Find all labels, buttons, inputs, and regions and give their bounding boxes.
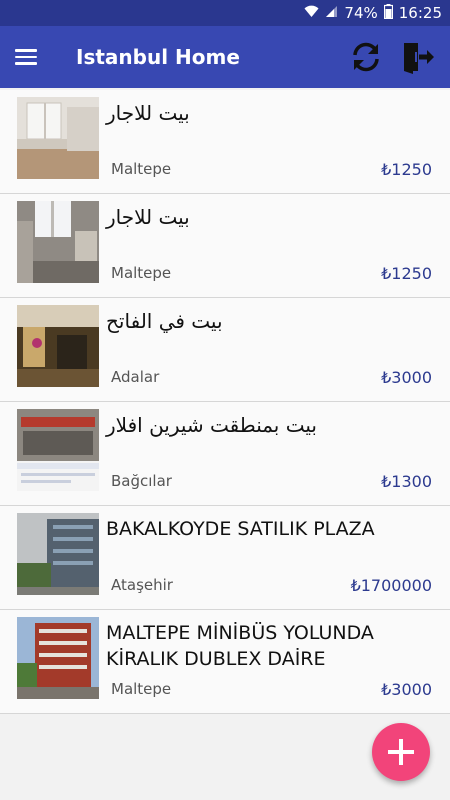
listing-card[interactable]: MALTEPE MİNİBÜS YOLUNDA KİRALIK DUBLEX D… — [0, 610, 450, 714]
signal-icon — [325, 5, 338, 22]
listing-price: ₺1250 — [381, 264, 432, 283]
listing-photo — [17, 97, 99, 179]
listing-title: بيت للاجار — [106, 205, 190, 229]
clock: 16:25 — [398, 4, 442, 22]
listing-photo — [17, 201, 99, 283]
listing-title: MALTEPE MİNİBÜS YOLUNDA KİRALIK DUBLEX D… — [106, 622, 374, 670]
app-bar: Istanbul Home — [0, 26, 450, 88]
wifi-icon — [304, 5, 319, 22]
listing-card[interactable]: بيت للاجار Maltepe ₺1250 — [0, 90, 450, 194]
listing-title: بيت بمنطقت شيرين افلار — [106, 413, 317, 437]
refresh-icon — [353, 42, 379, 72]
listing-title: BAKALKOYDE SATILIK PLAZA — [106, 518, 375, 540]
status-bar: 74% 16:25 — [0, 0, 450, 26]
battery-icon — [383, 3, 393, 23]
listing-photo — [17, 409, 99, 491]
listing-list[interactable]: بيت للاجار Maltepe ₺1250 بيت للاجار Malt… — [0, 90, 450, 714]
refresh-button[interactable] — [340, 26, 392, 88]
listing-card[interactable]: بيت بمنطقت شيرين افلار Bağcılar ₺1300 — [0, 402, 450, 506]
add-listing-button[interactable] — [372, 723, 430, 781]
menu-icon — [15, 49, 37, 65]
listing-location: Maltepe — [111, 680, 172, 698]
listing-price: ₺1700000 — [350, 576, 432, 595]
listing-price: ₺3000 — [381, 368, 432, 387]
listing-price: ₺1300 — [381, 472, 432, 491]
app-title: Istanbul Home — [76, 45, 240, 69]
menu-button[interactable] — [0, 26, 54, 88]
plus-icon — [388, 739, 414, 765]
listing-card[interactable]: بيت للاجار Maltepe ₺1250 — [0, 194, 450, 298]
listing-location: Bağcılar — [111, 472, 172, 490]
listing-card[interactable]: بيت في الفاتح Adalar ₺3000 — [0, 298, 450, 402]
listing-location: Adalar — [111, 368, 160, 386]
logout-icon — [404, 43, 434, 74]
listing-location: Maltepe — [111, 264, 172, 282]
battery-percent: 74% — [344, 4, 378, 22]
listing-photo — [17, 617, 99, 699]
listing-card[interactable]: BAKALKOYDE SATILIK PLAZA Ataşehir ₺17000… — [0, 506, 450, 610]
listing-price: ₺1250 — [381, 160, 432, 179]
listing-title: بيت في الفاتح — [106, 309, 223, 333]
listing-photo — [17, 305, 99, 387]
logout-button[interactable] — [392, 26, 444, 88]
listing-location: Ataşehir — [111, 576, 173, 594]
listing-price: ₺3000 — [381, 680, 432, 699]
listing-location: Maltepe — [111, 160, 172, 178]
listing-photo — [17, 513, 99, 595]
listing-title: بيت للاجار — [106, 101, 190, 125]
